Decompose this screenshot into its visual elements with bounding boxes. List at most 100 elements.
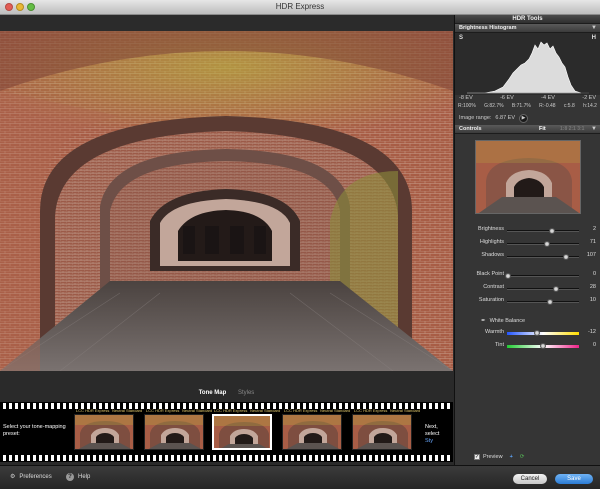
gear-icon: ⚙ — [10, 474, 16, 480]
preset-tag-left: LCC HDR Express — [284, 408, 318, 413]
thumbnail-photo — [475, 141, 580, 213]
slider-value: 71 — [589, 239, 596, 245]
black-point-slider-track[interactable] — [505, 273, 579, 279]
refresh-icon[interactable]: ⟳ — [520, 454, 525, 460]
filmstrip-prompt-left: Select your tone-mapping preset: — [3, 424, 66, 437]
highlights-slider-knob[interactable] — [543, 241, 550, 247]
navigator-thumbnail[interactable] — [474, 140, 581, 214]
tint-slider-row: Tint 0 — [455, 340, 600, 353]
image-range-row: Image range: 6.87 EV ▶ — [455, 111, 600, 125]
main-image-preview — [0, 31, 453, 371]
preferences-button[interactable]: ⚙ Preferences — [10, 473, 52, 481]
title-bar: HDR Express — [0, 0, 600, 15]
tab-bar: Tone Map Styles — [0, 388, 453, 400]
preset-tag-right: Neutral Standard — [250, 408, 281, 413]
save-button[interactable]: Save — [555, 474, 593, 484]
white-balance-row: ✒ White Balance — [455, 314, 600, 327]
collapse-triangle-icon[interactable]: ▼ — [591, 24, 597, 33]
shadows-slider-track[interactable] — [507, 254, 579, 260]
preset-tag-right: Neutral Standard — [320, 408, 351, 413]
slider-value: -12 — [588, 329, 596, 335]
preset-frame[interactable] — [144, 414, 204, 450]
help-label: Help — [78, 474, 91, 480]
slider-value: 107 — [586, 252, 596, 258]
zoom-ratio-buttons[interactable]: 1:8 2:1 3:1 — [560, 125, 584, 134]
slider-value: 28 — [589, 284, 596, 290]
bottom-toolbar: ⚙ Preferences ? Help — [0, 465, 454, 489]
brightness-slider-knob[interactable] — [548, 228, 555, 234]
shadows-slider-row: Shadows 107 — [455, 250, 600, 263]
preview-checkbox[interactable]: ✓ — [474, 454, 480, 460]
histogram-header-label: Brightness Histogram — [459, 25, 517, 31]
slider-label: Warmth — [484, 329, 504, 335]
tab-styles[interactable]: Styles — [233, 388, 259, 398]
warmth-slider-knob[interactable] — [534, 330, 541, 336]
preset-thumbnail — [214, 416, 270, 448]
eyedropper-icon[interactable]: ✒ — [481, 318, 486, 324]
contrast-slider-track[interactable] — [507, 286, 579, 292]
preset-filmstrip: Select your tone-mapping preset: LCC HDR… — [0, 402, 453, 462]
controls-header-label: Controls — [459, 126, 482, 132]
shadows-slider-knob[interactable] — [563, 254, 570, 260]
slider-value: 2 — [592, 226, 596, 232]
image-range-label: Image range: — [459, 115, 492, 121]
preset-tag-left: LCC HDR Express — [214, 408, 248, 413]
preset-tag-left: LCC HDR Express — [76, 408, 110, 413]
tab-tone-map[interactable]: Tone Map — [194, 388, 232, 398]
preset-thumbnail — [283, 415, 341, 449]
slider-label: Highlights — [479, 239, 504, 245]
image-top-margin — [0, 15, 453, 31]
contrast-slider-row: Contrast 28 — [455, 282, 600, 295]
styles-link[interactable]: Sty — [425, 438, 433, 444]
cancel-button[interactable]: Cancel — [513, 474, 547, 484]
slider-label: Black Point — [476, 271, 504, 277]
ev-label: -2 EV — [582, 95, 596, 101]
slider-label: Shadows — [481, 252, 504, 258]
preset-tag-left: LCC HDR Express — [146, 408, 180, 413]
slider-value: 0 — [592, 342, 596, 348]
brightness-slider-row: Brightness 2 — [455, 224, 600, 237]
slider-label: Contrast — [483, 284, 504, 290]
help-button[interactable]: ? Help — [66, 473, 90, 481]
tone-sliders-group-2: Black Point 0 Contrast 28 Saturation 10 — [455, 269, 600, 308]
black-point-slider-row: Black Point 0 — [455, 269, 600, 282]
contrast-slider-knob[interactable] — [552, 286, 559, 292]
ev-label: -6 EV — [500, 95, 514, 101]
ev-scale: -8 EV -6 EV -4 EV -2 EV — [455, 95, 600, 103]
brightness-slider-track[interactable] — [507, 228, 579, 234]
slider-label: Brightness — [478, 226, 504, 232]
preset-tag-right: Neutral Standard — [390, 408, 421, 413]
controls-section-header[interactable]: Controls Fit 1:8 2:1 3:1 ▼ — [455, 125, 600, 134]
preset-frame[interactable] — [74, 414, 134, 450]
hdr-tools-panel: HDR Tools Brightness Histogram ▼ S H -8 … — [454, 15, 600, 489]
saturation-slider-knob[interactable] — [547, 299, 554, 305]
preset-thumbnail — [353, 415, 411, 449]
highlights-slider-track[interactable] — [507, 241, 579, 247]
preset-frame[interactable] — [282, 414, 342, 450]
prompt-right-text: Next, select — [425, 424, 440, 437]
preset-frame[interactable] — [212, 414, 272, 450]
preset-thumbnail — [145, 415, 203, 449]
add-icon[interactable]: + — [510, 454, 513, 460]
stat-red: R:100% — [458, 103, 476, 109]
slider-label: Saturation — [478, 297, 504, 303]
stat-h: h:14.2 — [583, 103, 597, 109]
saturation-slider-track[interactable] — [507, 299, 579, 305]
preset-frame[interactable] — [352, 414, 412, 450]
shadow-label: S — [459, 35, 464, 41]
slider-value: 0 — [592, 271, 596, 277]
zoom-fit-button[interactable]: Fit — [539, 125, 546, 134]
play-icon[interactable]: ▶ — [519, 113, 528, 123]
ev-label: -4 EV — [541, 95, 555, 101]
histogram-section-header[interactable]: Brightness Histogram ▼ — [455, 24, 600, 33]
brightness-histogram: S H — [455, 33, 600, 95]
tint-slider-knob[interactable] — [540, 343, 546, 349]
saturation-slider-row: Saturation 10 — [455, 295, 600, 308]
tint-slider-track[interactable] — [507, 343, 579, 349]
collapse-triangle-icon[interactable]: ▼ — [591, 125, 597, 134]
warmth-slider-track[interactable] — [507, 330, 579, 336]
black-point-slider-knob[interactable] — [505, 273, 512, 279]
slider-value: 10 — [589, 297, 596, 303]
hdr-tools-title: HDR Tools — [455, 15, 600, 24]
highlights-slider-row: Highlights 71 — [455, 237, 600, 250]
